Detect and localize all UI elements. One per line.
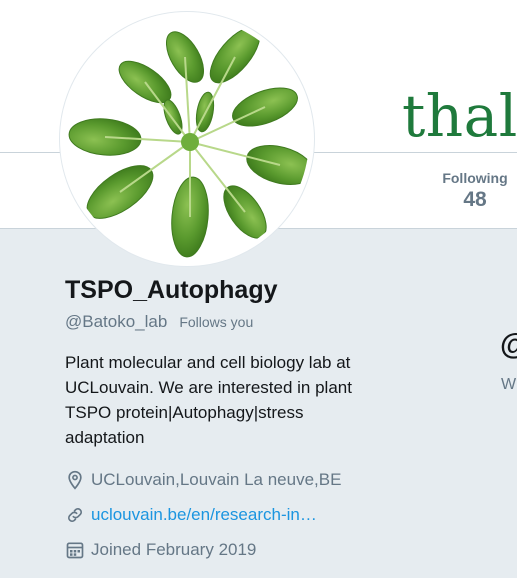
- side-widget-text: W: [501, 376, 517, 393]
- banner-text: thali: [402, 82, 517, 150]
- profile-location: UCLouvain,Louvain La neuve,BE: [65, 470, 341, 490]
- profile-joined: Joined February 2019: [65, 540, 256, 560]
- location-pin-icon: [68, 470, 82, 490]
- profile-website[interactable]: uclouvain.be/en/research-in…: [65, 505, 317, 525]
- follows-you-badge: Follows you: [179, 314, 254, 330]
- rosette-plant-image: [65, 17, 309, 261]
- avatar[interactable]: [60, 12, 314, 266]
- link-icon: [68, 508, 82, 522]
- calendar-icon: [66, 542, 84, 559]
- website-link[interactable]: uclouvain.be/en/research-in…: [91, 505, 317, 525]
- following-count: 48: [463, 188, 487, 211]
- profile-handle[interactable]: @Batoko_lab: [65, 312, 167, 332]
- side-widget-at-glyph: @: [500, 328, 517, 362]
- joined-text: Joined February 2019: [91, 540, 257, 559]
- handle-row: @Batoko_lab Follows you: [65, 312, 253, 332]
- profile-name[interactable]: TSPO_Autophagy: [65, 276, 278, 305]
- location-text: UCLouvain,Louvain La neuve,BE: [91, 470, 342, 489]
- following-label: Following: [442, 170, 508, 186]
- profile-bio: Plant molecular and cell biology lab at …: [65, 353, 352, 447]
- following-stat[interactable]: Following 48: [430, 170, 517, 212]
